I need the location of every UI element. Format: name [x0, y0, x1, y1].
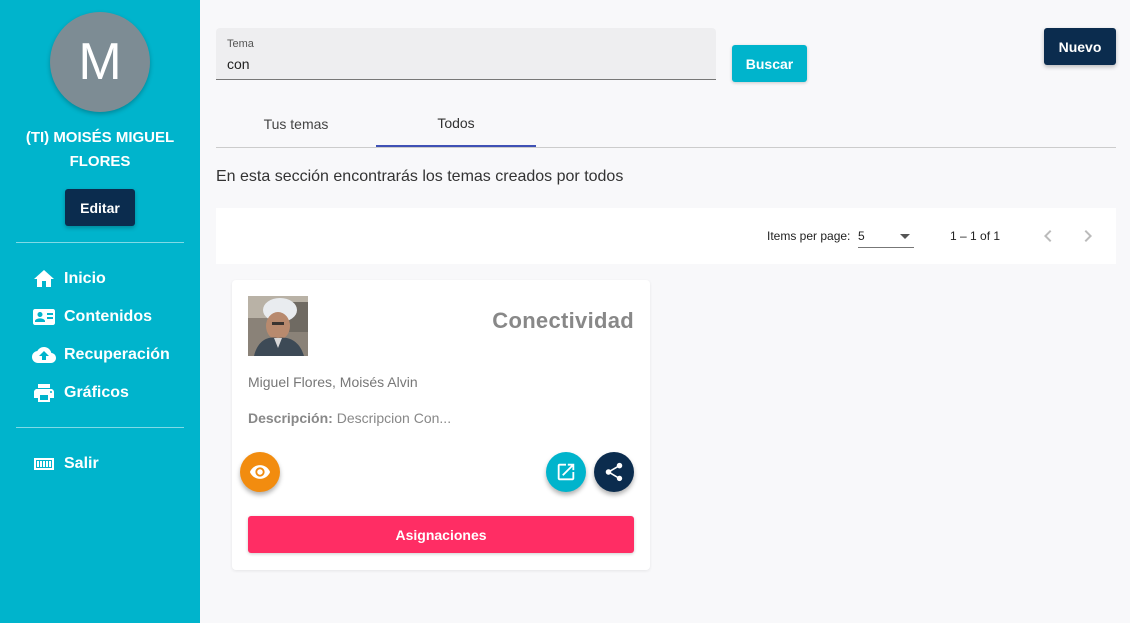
range-label: 1 – 1 of 1 [950, 229, 1001, 243]
sidebar-item-label: Recuperación [64, 346, 170, 363]
open-in-new-icon [557, 463, 575, 481]
user-name: (TI) MOISÉS MIGUEL FLORES [16, 126, 184, 174]
items-per-page-value: 5 [858, 229, 865, 243]
open-external-button[interactable] [546, 452, 586, 492]
sidebar-item-label: Gráficos [64, 384, 129, 401]
home-icon [34, 270, 54, 287]
topic-description: Descripción: Descripcion Con... [248, 410, 451, 426]
sidebar-divider [16, 427, 184, 428]
user-name-line-2: FLORES [69, 153, 131, 170]
search-field[interactable]: Tema [216, 28, 716, 80]
avatar: M [50, 12, 150, 112]
topic-author: Miguel Flores, Moisés Alvin [248, 374, 418, 390]
cloud-upload-icon [32, 347, 56, 363]
topic-title: Conectividad [492, 308, 634, 333]
sidebar-item-graficos[interactable]: Gráficos [32, 380, 129, 406]
sidebar-item-recuperacion[interactable]: Recuperación [32, 342, 170, 368]
eye-icon [249, 465, 271, 479]
assignments-button[interactable]: Asignaciones [248, 516, 634, 553]
tab-bar: Tus temas Todos [216, 100, 1116, 148]
author-photo [248, 296, 308, 356]
sidebar: M (TI) MOISÉS MIGUEL FLORES Editar Inici… [0, 0, 200, 623]
share-button[interactable] [594, 452, 634, 492]
contact-card-icon [33, 309, 55, 325]
logout-icon [34, 458, 54, 470]
description-value: Descripcion Con... [336, 410, 452, 426]
next-page-button[interactable] [1076, 224, 1100, 248]
sidebar-item-label: Salir [64, 455, 99, 472]
author-photo-image [248, 296, 308, 356]
tab-todos[interactable]: Todos [376, 100, 536, 147]
printer-icon [34, 384, 54, 402]
paginator: Items per page: 5 1 – 1 of 1 [216, 208, 1116, 264]
items-per-page-label: Items per page: [767, 229, 851, 243]
chevron-left-icon [1044, 230, 1052, 242]
sidebar-item-label: Inicio [64, 270, 106, 287]
search-input[interactable] [227, 54, 697, 74]
search-label: Tema [227, 38, 254, 50]
view-button[interactable] [240, 452, 280, 492]
new-topic-button[interactable]: Nuevo [1044, 28, 1116, 65]
section-description: En esta sección encontrarás los temas cr… [216, 168, 624, 185]
sidebar-item-salir[interactable]: Salir [32, 451, 99, 477]
user-name-line-1: (TI) MOISÉS MIGUEL [25, 129, 175, 146]
sidebar-item-label: Contenidos [64, 308, 152, 325]
sidebar-item-contenidos[interactable]: Contenidos [32, 304, 152, 330]
topic-card: Conectividad Miguel Flores, Moisés Alvin… [232, 280, 650, 570]
edit-profile-button[interactable]: Editar [65, 189, 135, 226]
chevron-right-icon [1084, 230, 1092, 242]
sidebar-divider [16, 242, 184, 243]
tab-tus-temas[interactable]: Tus temas [216, 100, 376, 147]
sidebar-item-inicio[interactable]: Inicio [32, 266, 106, 292]
share-icon [605, 462, 623, 482]
previous-page-button[interactable] [1036, 224, 1060, 248]
search-button[interactable]: Buscar [732, 45, 807, 82]
description-label: Descripción: [248, 410, 333, 426]
items-per-page-select[interactable]: 5 [858, 226, 914, 248]
dropdown-arrow-icon [900, 234, 910, 239]
